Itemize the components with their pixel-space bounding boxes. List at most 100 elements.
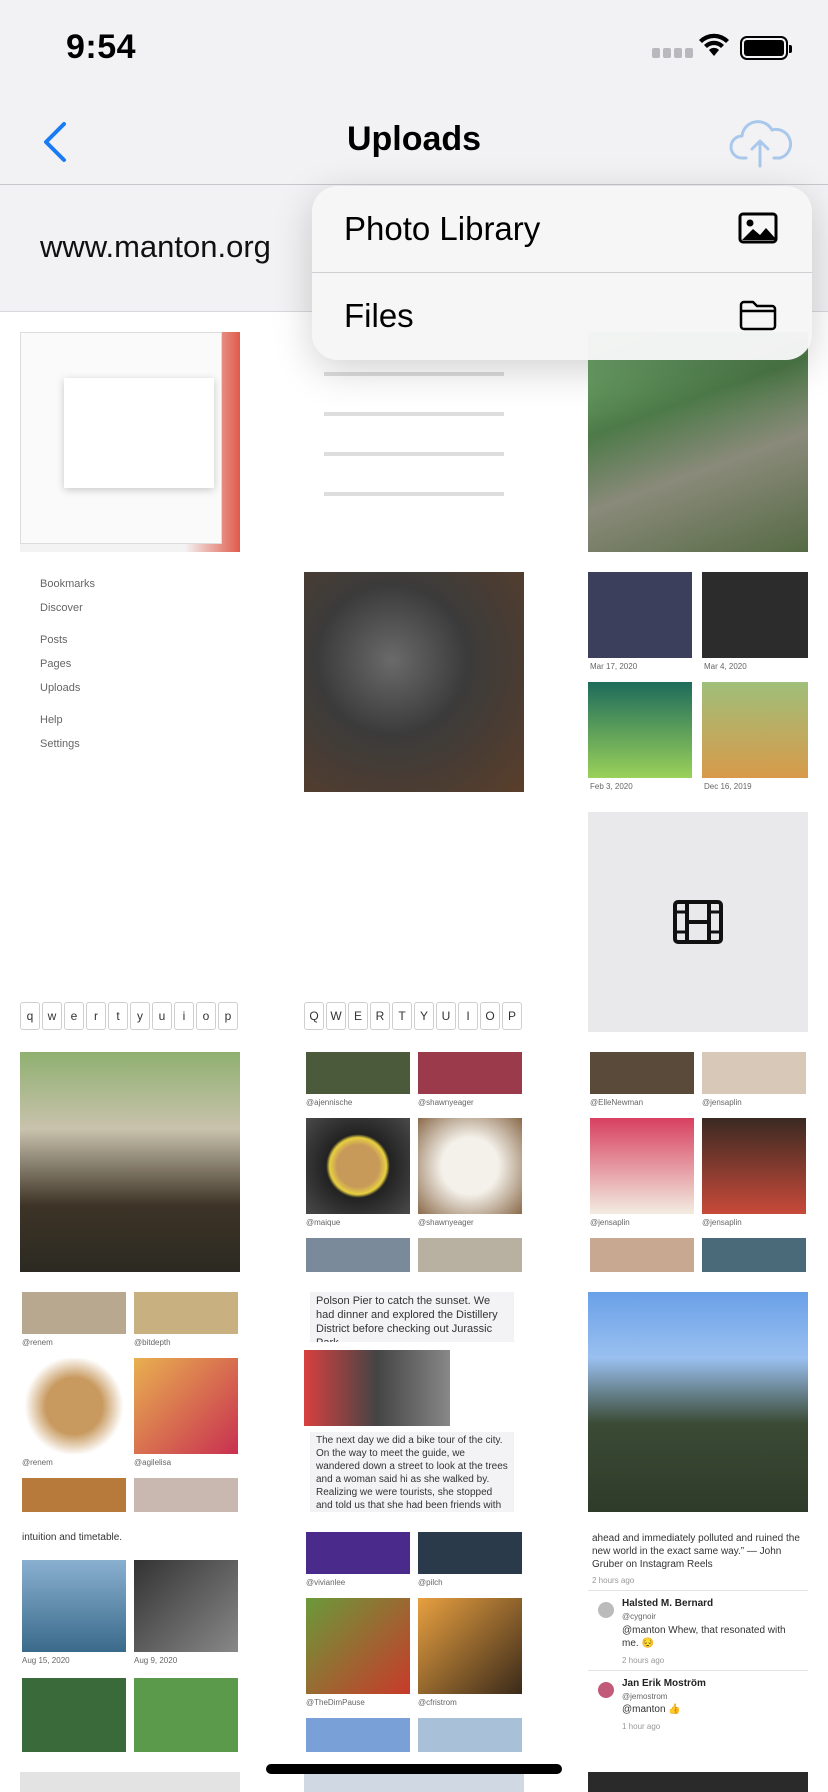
photo-date: Aug 15, 2020: [22, 1656, 70, 1665]
quote-text: ahead and immediately polluted and ruine…: [592, 1533, 800, 1570]
key: q: [20, 1002, 40, 1030]
key: r: [86, 1002, 106, 1030]
upload-thumbnail[interactable]: [588, 332, 808, 552]
reply-author: Halsted M. Bernard: [622, 1598, 714, 1609]
user-handle: @jensaplin: [590, 1218, 630, 1227]
reply-text: @manton Whew, that resonated with me. 😔: [622, 1625, 786, 1649]
reply-time: 2 hours ago: [622, 1656, 665, 1665]
key: I: [458, 1002, 478, 1030]
user-handle: @pilch: [418, 1578, 443, 1587]
key: Q: [304, 1002, 324, 1030]
user-handle: @agilelisa: [134, 1458, 172, 1467]
menu-item-files[interactable]: Files: [312, 273, 812, 360]
upload-thumbnail[interactable]: [304, 332, 524, 552]
page-title: Uploads: [346, 120, 482, 158]
battery-icon: [740, 36, 792, 60]
menu-item-label: Photo Library: [344, 210, 541, 247]
user-handle: @jensaplin: [702, 1098, 742, 1107]
key: R: [370, 1002, 390, 1030]
film-icon: [673, 900, 723, 944]
upload-thumbnail[interactable]: [588, 1772, 808, 1792]
user-handle: @jensaplin: [702, 1218, 742, 1227]
video-thumbnail[interactable]: [588, 812, 808, 1032]
key: u: [152, 1002, 172, 1030]
post-text-snippet: intuition and timetable.: [22, 1532, 123, 1543]
upload-thumbnail[interactable]: intuition and timetable. Aug 15, 2020 Au…: [20, 1532, 240, 1752]
key: o: [196, 1002, 216, 1030]
sidebar-mock-item: Pages: [40, 658, 72, 670]
user-handle: @renem: [22, 1458, 53, 1467]
reply-handle: @jemostrom: [622, 1692, 668, 1701]
sidebar-mock-item: Discover: [40, 602, 83, 614]
artwork-date: Dec 16, 2019: [704, 782, 752, 791]
upload-thumbnail[interactable]: @vivianlee @pilch @TheDimPause @cfristro…: [304, 1532, 524, 1752]
upload-thumbnail[interactable]: [304, 1772, 524, 1792]
user-handle: @shawnyeager: [418, 1098, 474, 1107]
upload-source-menu: Photo Library Files: [312, 186, 812, 360]
user-handle: @TheDimPause: [306, 1698, 365, 1707]
keyboard-screenshot-thumbnail[interactable]: q w e r t y u i o p: [20, 1002, 238, 1030]
sidebar-screenshot-thumbnail[interactable]: Bookmarks Discover Posts Pages Uploads H…: [20, 578, 240, 758]
user-handle: @ajennische: [306, 1098, 353, 1107]
uploads-grid: Bookmarks Discover Posts Pages Uploads H…: [0, 312, 828, 1792]
key: E: [348, 1002, 368, 1030]
upload-thumbnail[interactable]: [20, 1772, 240, 1792]
key: i: [174, 1002, 194, 1030]
artwork-date: Feb 3, 2020: [590, 782, 633, 791]
keyboard-screenshot-thumbnail[interactable]: Q W E R T Y U I O P: [304, 1002, 522, 1030]
navigation-bar: Uploads: [0, 100, 828, 185]
user-handle: @cfristrom: [418, 1698, 457, 1707]
photo-date: Aug 9, 2020: [134, 1656, 178, 1665]
reply-time: 1 hour ago: [622, 1722, 661, 1731]
avatar: [598, 1602, 614, 1618]
reply-text: @manton 👍: [622, 1704, 681, 1715]
avatar: [598, 1682, 614, 1698]
upload-thumbnail[interactable]: [20, 1052, 240, 1272]
upload-thumbnail[interactable]: @ElleNewman @jensaplin @jensaplin @jensa…: [588, 1052, 808, 1272]
artwork-date: Mar 4, 2020: [704, 662, 747, 671]
key: w: [42, 1002, 62, 1030]
upload-thumbnail[interactable]: @ajennische @shawnyeager @maique @shawny…: [304, 1052, 524, 1272]
sidebar-mock-item: Settings: [40, 738, 80, 750]
key: U: [436, 1002, 456, 1030]
user-handle: @vivianlee: [306, 1578, 346, 1587]
artwork-date: Mar 17, 2020: [590, 662, 638, 671]
key: p: [218, 1002, 238, 1030]
reply-author: Jan Erik Moström: [622, 1678, 706, 1689]
site-url[interactable]: www.manton.org: [40, 229, 271, 265]
upload-thumbnail[interactable]: ahead and immediately polluted and ruine…: [588, 1532, 808, 1752]
folder-icon: [739, 300, 777, 331]
home-indicator: [266, 1764, 562, 1774]
cloud-upload-icon[interactable]: [728, 114, 792, 170]
upload-thumbnail[interactable]: [588, 1292, 808, 1512]
upload-thumbnail[interactable]: Polson Pier to catch the sunset. We had …: [304, 1292, 524, 1512]
sidebar-mock-item: Help: [40, 714, 63, 726]
key: O: [480, 1002, 500, 1030]
key: P: [502, 1002, 522, 1030]
key: Y: [414, 1002, 434, 1030]
status-time: 9:54: [66, 28, 137, 66]
upload-thumbnail[interactable]: @renem @bitdepth @renem @agilelisa: [20, 1292, 240, 1512]
upload-thumbnail[interactable]: Mar 17, 2020 Mar 4, 2020 Feb 3, 2020 Dec…: [588, 572, 808, 792]
cellular-signal-icon: [652, 48, 693, 58]
user-handle: @shawnyeager: [418, 1218, 474, 1227]
photo-icon: [738, 212, 778, 244]
menu-item-photo-library[interactable]: Photo Library: [312, 186, 812, 273]
user-handle: @ElleNewman: [590, 1098, 644, 1107]
reply-handle: @cygnoir: [622, 1612, 656, 1621]
key: T: [392, 1002, 412, 1030]
sidebar-mock-item: Bookmarks: [40, 578, 96, 590]
key: t: [108, 1002, 128, 1030]
user-handle: @maique: [306, 1218, 341, 1227]
post-time: 2 hours ago: [592, 1576, 635, 1585]
upload-thumbnail[interactable]: [304, 572, 524, 792]
sidebar-mock-item: Uploads: [40, 682, 81, 694]
key: e: [64, 1002, 84, 1030]
menu-item-label: Files: [344, 297, 414, 334]
post-text-snippet: Polson Pier to catch the sunset. We had …: [310, 1292, 514, 1342]
status-bar: 9:54: [0, 0, 828, 100]
key: W: [326, 1002, 346, 1030]
upload-thumbnail[interactable]: [20, 332, 240, 552]
post-text-snippet: The next day we did a bike tour of the c…: [310, 1432, 514, 1512]
user-handle: @bitdepth: [134, 1338, 171, 1347]
